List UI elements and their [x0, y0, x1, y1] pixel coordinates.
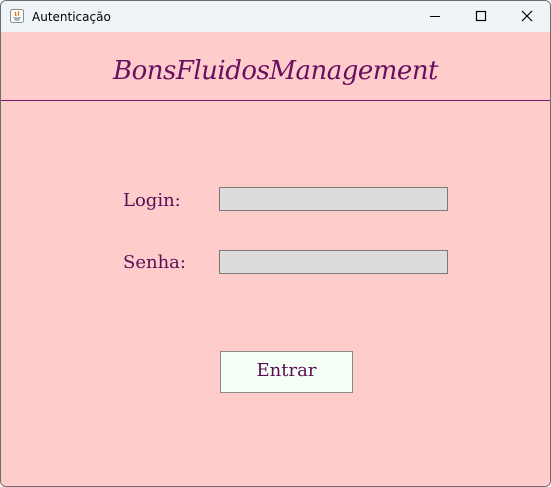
entrar-button[interactable]: Entrar [220, 351, 353, 393]
header-divider [1, 100, 550, 101]
login-input[interactable] [219, 187, 448, 211]
app-window: Autenticação BonsFluidosManagement Login… [0, 0, 551, 487]
login-panel: BonsFluidosManagement Login: Senha: Entr… [1, 32, 550, 486]
java-icon [10, 9, 24, 23]
minimize-button[interactable] [412, 1, 458, 32]
close-icon [521, 10, 533, 22]
maximize-icon [475, 10, 487, 22]
close-button[interactable] [504, 1, 550, 32]
senha-input[interactable] [219, 250, 448, 274]
brand-title: BonsFluidosManagement [112, 56, 439, 86]
title-bar[interactable]: Autenticação [1, 1, 550, 32]
window-title: Autenticação [32, 10, 111, 24]
senha-label: Senha: [123, 252, 186, 273]
login-label: Login: [123, 190, 181, 211]
minimize-icon [430, 16, 440, 17]
maximize-button[interactable] [458, 1, 504, 32]
